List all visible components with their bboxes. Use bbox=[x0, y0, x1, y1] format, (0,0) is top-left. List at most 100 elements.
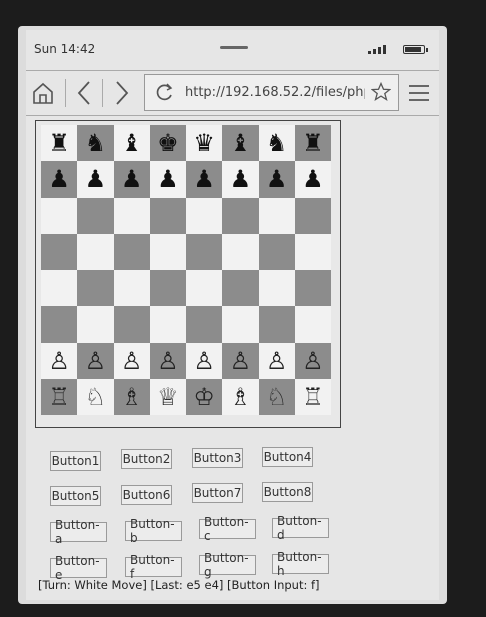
chess-piece[interactable]: ♞ bbox=[266, 131, 288, 155]
star-icon[interactable] bbox=[371, 82, 391, 102]
button-6[interactable]: Button6 bbox=[121, 485, 172, 505]
square-c8[interactable]: ♝ bbox=[113, 125, 150, 162]
chess-piece[interactable]: ♕ bbox=[157, 385, 179, 409]
square-b8[interactable]: ♞ bbox=[77, 125, 114, 162]
button-a[interactable]: Button-a bbox=[50, 518, 107, 546]
square-a8[interactable]: ♜ bbox=[41, 125, 78, 162]
square-g6[interactable] bbox=[258, 197, 295, 234]
chess-piece[interactable]: ♘ bbox=[85, 385, 107, 409]
square-d5[interactable] bbox=[149, 233, 186, 270]
button-b[interactable]: Button-b bbox=[125, 517, 182, 545]
square-b6[interactable] bbox=[77, 197, 114, 234]
chess-piece[interactable]: ♙ bbox=[193, 349, 215, 373]
chess-piece[interactable]: ♙ bbox=[48, 349, 70, 373]
square-e7[interactable]: ♟ bbox=[186, 161, 223, 198]
square-b5[interactable] bbox=[77, 233, 114, 270]
url-text[interactable]: http://192.168.52.2/files/php- bbox=[185, 85, 365, 100]
square-g2[interactable]: ♙ bbox=[258, 342, 295, 379]
button-1[interactable]: Button1 bbox=[50, 451, 101, 471]
square-b2[interactable]: ♙ bbox=[77, 342, 114, 379]
square-d4[interactable] bbox=[149, 270, 186, 307]
square-a7[interactable]: ♟ bbox=[41, 161, 78, 198]
square-h5[interactable] bbox=[294, 233, 331, 270]
square-f8[interactable]: ♝ bbox=[222, 125, 259, 162]
square-b3[interactable] bbox=[77, 306, 114, 343]
square-g4[interactable] bbox=[258, 270, 295, 307]
square-h7[interactable]: ♟ bbox=[294, 161, 331, 198]
chess-piece[interactable]: ♙ bbox=[230, 349, 252, 373]
chessboard[interactable]: ♜ ♞ ♝ ♚ ♛ ♝ ♞ ♜ ♟ ♟ ♟ ♟ ♟ ♟ ♟ ♟ ♙ ♙ ♙ ♙ ♙ ♙ ♙ ♙ ♖ ♘ ♗ ♕ ♔ ♗ ♘ ♖ bbox=[41, 125, 331, 415]
chess-piece[interactable]: ♟ bbox=[157, 167, 179, 191]
chess-piece[interactable]: ♞ bbox=[85, 131, 107, 155]
chess-piece[interactable]: ♗ bbox=[121, 385, 143, 409]
button-c[interactable]: Button-c bbox=[199, 515, 256, 543]
square-f1[interactable]: ♗ bbox=[222, 378, 259, 415]
chess-piece[interactable]: ♟ bbox=[85, 167, 107, 191]
chess-piece[interactable]: ♟ bbox=[193, 167, 215, 191]
square-h2[interactable]: ♙ bbox=[294, 342, 331, 379]
forward-button[interactable] bbox=[110, 71, 134, 115]
square-e8[interactable]: ♛ bbox=[186, 125, 223, 162]
chess-piece[interactable]: ♖ bbox=[48, 385, 70, 409]
square-b4[interactable] bbox=[77, 270, 114, 307]
square-g3[interactable] bbox=[258, 306, 295, 343]
square-d2[interactable]: ♙ bbox=[149, 342, 186, 379]
chess-piece[interactable]: ♟ bbox=[302, 167, 324, 191]
square-g8[interactable]: ♞ bbox=[258, 125, 295, 162]
square-c5[interactable] bbox=[113, 233, 150, 270]
menu-button[interactable] bbox=[406, 71, 432, 115]
button-h[interactable]: Button-h bbox=[272, 550, 329, 578]
address-bar[interactable]: http://192.168.52.2/files/php- bbox=[144, 74, 399, 111]
chess-piece[interactable]: ♙ bbox=[121, 349, 143, 373]
chess-piece[interactable]: ♝ bbox=[121, 131, 143, 155]
square-c7[interactable]: ♟ bbox=[113, 161, 150, 198]
square-d7[interactable]: ♟ bbox=[149, 161, 186, 198]
square-d6[interactable] bbox=[149, 197, 186, 234]
pull-down-handle[interactable] bbox=[220, 46, 248, 49]
square-d1[interactable]: ♕ bbox=[149, 378, 186, 415]
chess-piece[interactable]: ♖ bbox=[302, 385, 324, 409]
chess-piece[interactable]: ♛ bbox=[193, 131, 215, 155]
chess-piece[interactable]: ♙ bbox=[157, 349, 179, 373]
square-f2[interactable]: ♙ bbox=[222, 342, 259, 379]
square-a2[interactable]: ♙ bbox=[41, 342, 78, 379]
button-e[interactable]: Button-e bbox=[50, 554, 107, 582]
square-f3[interactable] bbox=[222, 306, 259, 343]
chess-piece[interactable]: ♟ bbox=[48, 167, 70, 191]
square-e5[interactable] bbox=[186, 233, 223, 270]
button-7[interactable]: Button7 bbox=[192, 483, 243, 503]
button-3[interactable]: Button3 bbox=[192, 448, 243, 468]
button-g[interactable]: Button-g bbox=[199, 551, 256, 579]
square-e4[interactable] bbox=[186, 270, 223, 307]
button-f[interactable]: Button-f bbox=[125, 553, 182, 581]
square-e2[interactable]: ♙ bbox=[186, 342, 223, 379]
chess-piece[interactable]: ♟ bbox=[266, 167, 288, 191]
square-f6[interactable] bbox=[222, 197, 259, 234]
square-h6[interactable] bbox=[294, 197, 331, 234]
chess-piece[interactable]: ♙ bbox=[85, 349, 107, 373]
back-button[interactable] bbox=[72, 71, 96, 115]
square-c6[interactable] bbox=[113, 197, 150, 234]
square-e3[interactable] bbox=[186, 306, 223, 343]
square-c1[interactable]: ♗ bbox=[113, 378, 150, 415]
chess-piece[interactable]: ♔ bbox=[193, 385, 215, 409]
square-b1[interactable]: ♘ bbox=[77, 378, 114, 415]
square-f7[interactable]: ♟ bbox=[222, 161, 259, 198]
square-g1[interactable]: ♘ bbox=[258, 378, 295, 415]
square-b7[interactable]: ♟ bbox=[77, 161, 114, 198]
square-a5[interactable] bbox=[41, 233, 78, 270]
home-button[interactable] bbox=[30, 71, 56, 115]
square-f5[interactable] bbox=[222, 233, 259, 270]
chess-piece[interactable]: ♟ bbox=[121, 167, 143, 191]
chess-piece[interactable]: ♟ bbox=[230, 167, 252, 191]
chess-piece[interactable]: ♙ bbox=[302, 349, 324, 373]
chess-piece[interactable]: ♙ bbox=[266, 349, 288, 373]
square-a4[interactable] bbox=[41, 270, 78, 307]
button-2[interactable]: Button2 bbox=[121, 449, 172, 469]
square-d8[interactable]: ♚ bbox=[149, 125, 186, 162]
square-e1[interactable]: ♔ bbox=[186, 378, 223, 415]
button-4[interactable]: Button4 bbox=[262, 447, 313, 467]
chess-piece[interactable]: ♗ bbox=[230, 385, 252, 409]
button-8[interactable]: Button8 bbox=[262, 482, 313, 502]
chess-piece[interactable]: ♜ bbox=[302, 131, 324, 155]
